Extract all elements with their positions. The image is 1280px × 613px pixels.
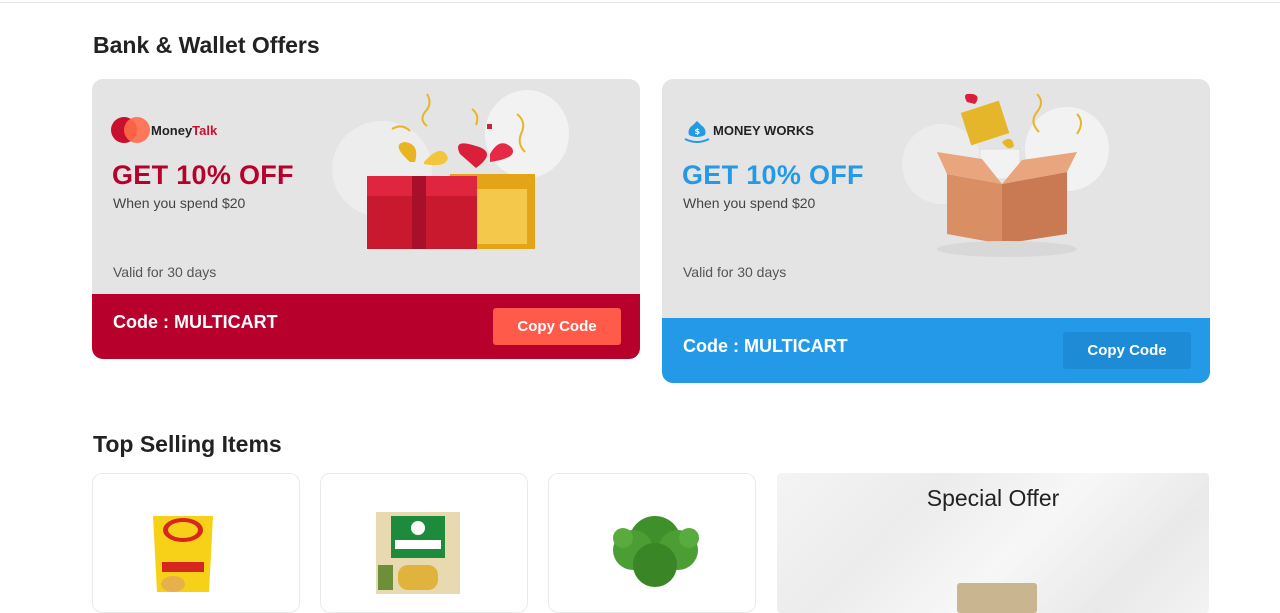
offer-footer: Code : MULTICART Copy Code — [92, 294, 640, 359]
offer-subtext: When you spend $20 — [113, 195, 246, 211]
offer-headline: GET 10% OFF — [112, 160, 294, 190]
brand-name: MONEY WORKS — [713, 122, 814, 138]
brand-logo-moneyworks: $ MONEY WORKS — [681, 117, 814, 143]
offer-headline: GET 10% OFF — [682, 160, 864, 190]
gift-boxes-illustration — [332, 90, 569, 249]
brand-name-part1: Money — [151, 122, 193, 138]
top-divider — [0, 2, 1280, 3]
copy-code-button[interactable]: Copy Code — [1063, 332, 1191, 369]
offer-code: Code : MULTICART — [113, 312, 278, 332]
offer-code: Code : MULTICART — [683, 336, 848, 356]
special-offer-title: Special Offer — [926, 485, 1060, 511]
lays-chips-bag-image — [153, 516, 213, 592]
brand-name-part2: Talk — [192, 122, 218, 138]
product-card-chips[interactable] — [92, 473, 300, 613]
copy-code-button[interactable]: Copy Code — [493, 308, 621, 345]
svg-text:$: $ — [695, 127, 701, 136]
nithara-tea-pack-image — [376, 512, 460, 594]
special-offer-product-image — [957, 583, 1037, 613]
offer-card-moneyworks: $ MONEY WORKS GET 10% OFF When you spend… — [662, 79, 1210, 383]
offer-subtext: When you spend $20 — [683, 195, 816, 211]
product-card-tea[interactable] — [320, 473, 528, 613]
brand-logo-moneytalk: Money Talk — [111, 117, 217, 143]
money-bag-icon: $ — [681, 117, 713, 143]
coriander-bunch-image — [613, 516, 699, 587]
offer-card-moneytalk: Money Talk GET 10% OFF When you spend $20… — [92, 79, 640, 359]
product-card-coriander[interactable] — [548, 473, 756, 613]
special-offer-banner[interactable]: Special Offer — [777, 473, 1209, 613]
overlapping-circles-icon — [111, 117, 151, 143]
bank-offers-heading: Bank & Wallet Offers — [93, 32, 320, 58]
offer-validity: Valid for 30 days — [683, 264, 787, 280]
offer-footer: Code : MULTICART Copy Code — [662, 318, 1210, 383]
open-box-illustration — [902, 94, 1109, 257]
top-selling-heading: Top Selling Items — [93, 431, 282, 457]
offer-validity: Valid for 30 days — [113, 264, 217, 280]
